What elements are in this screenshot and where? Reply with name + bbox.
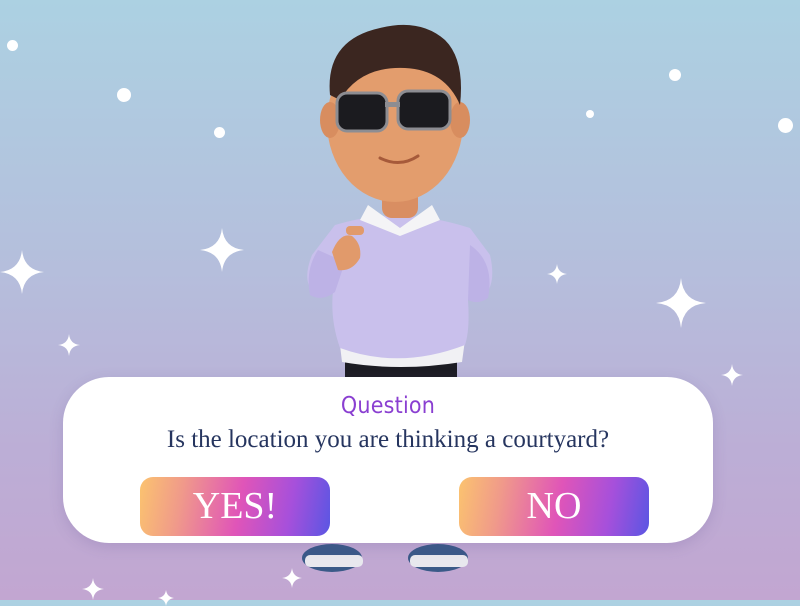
background-dot — [214, 127, 225, 138]
sparkle-icon — [82, 578, 104, 600]
background-dot — [586, 110, 594, 118]
sparkle-icon — [721, 364, 743, 386]
sparkle-icon — [656, 278, 706, 328]
background-dot — [778, 118, 793, 133]
sparkle-icon — [200, 228, 244, 272]
question-dialog: Question Is the location you are thinkin… — [63, 377, 713, 543]
no-button[interactable]: NO — [459, 477, 649, 536]
sparkle-icon — [547, 264, 567, 284]
background-dot — [7, 40, 18, 51]
yes-button[interactable]: YES! — [140, 477, 330, 536]
question-text: Is the location you are thinking a court… — [166, 426, 610, 453]
background-dot — [669, 69, 681, 81]
background-dot — [117, 88, 131, 102]
sparkle-icon — [0, 250, 44, 294]
dialog-title: Question — [340, 393, 436, 419]
sparkle-icon — [58, 334, 80, 356]
sparkle-icon — [158, 590, 174, 606]
